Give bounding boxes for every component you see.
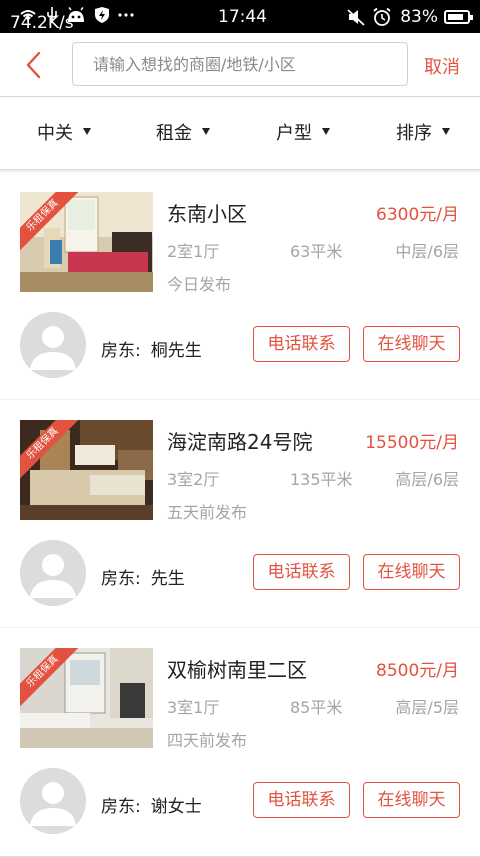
clock: 17:44	[218, 7, 267, 27]
listing-area: 135平米	[290, 470, 353, 489]
status-bar: 74.2K/s 17:44 83%	[0, 0, 480, 33]
listing-price: 15500元/月	[365, 433, 459, 453]
landlord-name: 桐先生	[150, 341, 202, 361]
caret-down-icon	[322, 127, 330, 135]
listing-posted-time: 今日发布	[167, 275, 232, 294]
more-icon	[118, 13, 134, 17]
landlord-avatar	[20, 312, 86, 378]
status-right: 83%	[346, 6, 473, 28]
listing-photo: 乐租保真	[20, 420, 153, 520]
chat-button[interactable]: 在线聊天	[363, 782, 460, 818]
listing-title: 双榆树南里二区	[167, 658, 307, 682]
avatar-placeholder-icon	[20, 312, 86, 378]
filter-layout-label: 户型	[276, 123, 312, 144]
landlord-info: 房东: 先生	[101, 564, 185, 589]
battery-percent: 83%	[400, 7, 438, 27]
avatar-placeholder-icon	[20, 768, 86, 834]
caret-down-icon	[442, 127, 450, 135]
call-button[interactable]: 电话联系	[253, 554, 350, 590]
listing-floor: 高层/6层	[395, 470, 459, 489]
search-input[interactable]	[72, 42, 408, 86]
call-button[interactable]: 电话联系	[253, 782, 350, 818]
landlord-name: 先生	[150, 569, 185, 589]
listing-card[interactable]: 乐租保真 东南小区 6300元/月 2室1厅 63平米 中层/6层 今日发布 房…	[0, 172, 480, 401]
listing-card[interactable]: 乐租保真 海淀南路24号院 15500元/月 3室2厅 135平米 高层/6层 …	[0, 400, 480, 629]
filter-bar: 中关 租金 户型 排序	[0, 97, 480, 170]
network-speed: 74.2K/s	[10, 13, 74, 33]
shield-icon	[95, 7, 109, 23]
landlord-name: 谢女士	[150, 797, 202, 817]
filter-sort-label: 排序	[396, 123, 432, 144]
battery-icon	[444, 10, 473, 24]
back-arrow-icon[interactable]	[22, 51, 46, 79]
chat-button[interactable]: 在线聊天	[363, 326, 460, 362]
filter-area[interactable]: 中关	[37, 119, 91, 145]
filter-layout[interactable]: 户型	[276, 119, 330, 145]
landlord-label: 房东:	[101, 341, 141, 361]
listing-rooms: 3室1厅	[167, 698, 220, 717]
listing-rooms: 2室1厅	[167, 242, 220, 261]
caret-down-icon	[202, 127, 210, 135]
chat-button[interactable]: 在线聊天	[363, 554, 460, 590]
listing-posted-time: 五天前发布	[167, 503, 248, 522]
landlord-info: 房东: 桐先生	[101, 336, 202, 361]
listing-price: 6300元/月	[376, 205, 459, 225]
avatar-placeholder-icon	[20, 540, 86, 606]
landlord-label: 房东:	[101, 569, 141, 589]
search-header: 取消	[0, 33, 480, 97]
listing-title: 海淀南路24号院	[167, 430, 313, 454]
filter-sort[interactable]: 排序	[396, 119, 450, 145]
listing-card[interactable]: 乐租保真 双榆树南里二区 8500元/月 3室1厅 85平米 高层/5层 四天前…	[0, 628, 480, 857]
mute-icon	[347, 9, 365, 26]
filter-rent-label: 租金	[156, 123, 192, 144]
listing-photo: 乐租保真	[20, 648, 153, 748]
status-left: 74.2K/s	[10, 6, 134, 33]
landlord-info: 房东: 谢女士	[101, 792, 202, 817]
listing-area: 85平米	[290, 698, 343, 717]
landlord-label: 房东:	[101, 797, 141, 817]
listing-area: 63平米	[290, 242, 343, 261]
landlord-avatar	[20, 768, 86, 834]
filter-area-label: 中关	[37, 123, 73, 144]
call-button[interactable]: 电话联系	[253, 326, 350, 362]
caret-down-icon	[83, 127, 91, 135]
listing-floor: 中层/6层	[395, 242, 459, 261]
filter-rent[interactable]: 租金	[156, 119, 210, 145]
listing-photo: 乐租保真	[20, 192, 153, 292]
listing-price: 8500元/月	[376, 661, 459, 681]
listing-title: 东南小区	[167, 202, 247, 226]
battery-fill	[448, 14, 463, 20]
cancel-button[interactable]: 取消	[424, 53, 460, 79]
listing-floor: 高层/5层	[395, 698, 459, 717]
listing-posted-time: 四天前发布	[167, 731, 248, 750]
landlord-avatar	[20, 540, 86, 606]
alarm-icon	[373, 7, 391, 26]
listing-rooms: 3室2厅	[167, 470, 220, 489]
